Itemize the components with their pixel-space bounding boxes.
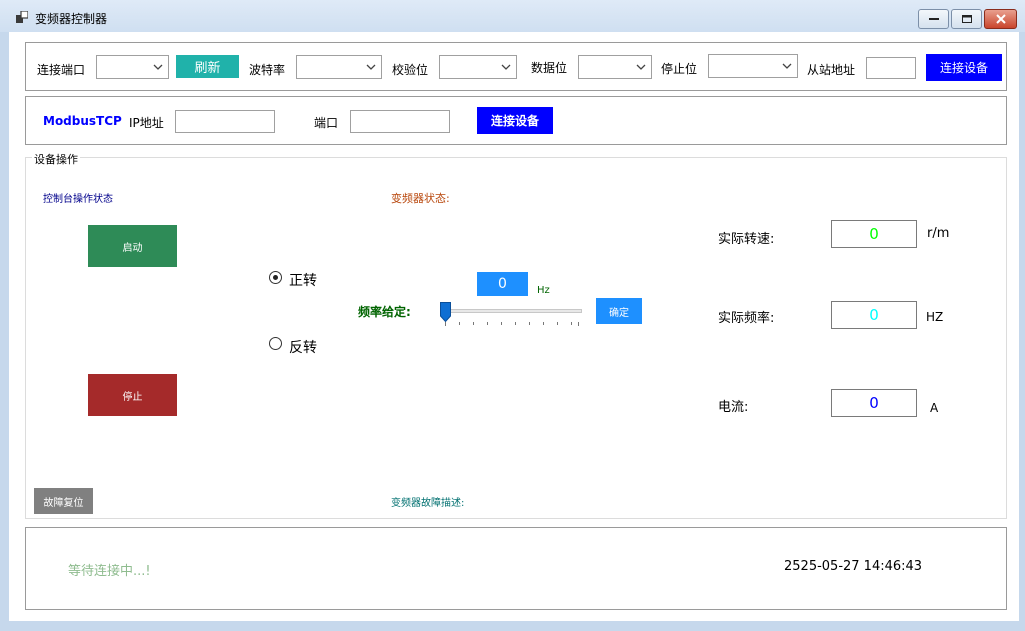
device-group xyxy=(25,157,1007,519)
inverter-status-label: 变频器状态: xyxy=(391,192,450,205)
freq-setting-label: 频率给定: xyxy=(358,305,411,319)
close-icon xyxy=(995,14,1006,24)
baud-label: 波特率 xyxy=(249,63,286,77)
databits-select[interactable] xyxy=(578,55,652,79)
stop-button[interactable]: 停止 xyxy=(88,374,177,416)
databits-label: 数据位 xyxy=(531,61,568,75)
actual-freq-unit: HZ xyxy=(926,310,944,324)
forward-radio[interactable] xyxy=(269,271,282,284)
slider-ticks xyxy=(445,322,579,326)
chevron-down-icon xyxy=(636,64,646,70)
speed-value: 0 xyxy=(831,220,917,248)
actual-freq-value: 0 xyxy=(831,301,917,329)
datetime-display: 2525-05-27 14:46:43 xyxy=(784,559,923,574)
chevron-down-icon xyxy=(501,64,511,70)
tcp-title: ModbusTCP xyxy=(43,114,122,128)
slave-address-input[interactable] xyxy=(866,57,916,79)
speed-unit: r/m xyxy=(927,226,950,241)
chevron-down-icon xyxy=(366,64,376,70)
fault-reset-button[interactable]: 故障复位 xyxy=(34,488,93,514)
tcp-port-label: 端口 xyxy=(314,116,339,130)
port-label: 连接端口 xyxy=(37,63,86,77)
refresh-button[interactable]: 刷新 xyxy=(176,55,239,78)
reverse-label: 反转 xyxy=(289,340,317,356)
slider-thumb[interactable] xyxy=(440,302,451,322)
maximize-button[interactable] xyxy=(951,9,982,29)
baud-select[interactable] xyxy=(296,55,382,79)
stopbits-select[interactable] xyxy=(708,54,798,78)
title-bar: 变频器控制器 xyxy=(0,0,1025,32)
ip-input[interactable] xyxy=(175,110,275,133)
app-icon xyxy=(16,11,28,23)
tcp-port-input[interactable] xyxy=(350,110,450,133)
chevron-down-icon xyxy=(153,64,163,70)
current-label: 电流: xyxy=(718,400,749,415)
fault-description-label: 变频器故障描述: xyxy=(391,498,465,509)
minimize-button[interactable] xyxy=(918,9,949,29)
connection-status: 等待连接中...! xyxy=(68,564,151,579)
console-status-label: 控制台操作状态 xyxy=(43,194,113,205)
current-value: 0 xyxy=(831,389,917,417)
freq-slider[interactable] xyxy=(440,300,584,330)
actual-freq-label: 实际频率: xyxy=(718,311,775,326)
confirm-button[interactable]: 确定 xyxy=(596,298,642,324)
slider-track xyxy=(444,309,582,313)
reverse-radio[interactable] xyxy=(269,337,282,350)
device-group-title: 设备操作 xyxy=(32,151,80,167)
slave-address-label: 从站地址 xyxy=(807,63,856,77)
freq-setting-unit: Hz xyxy=(537,285,550,296)
window-title: 变频器控制器 xyxy=(35,12,108,26)
port-select[interactable] xyxy=(96,55,169,79)
parity-select[interactable] xyxy=(439,55,517,79)
maximize-icon xyxy=(961,15,972,23)
forward-label: 正转 xyxy=(289,273,317,289)
close-button[interactable] xyxy=(984,9,1017,29)
start-button[interactable]: 启动 xyxy=(88,225,177,267)
stopbits-label: 停止位 xyxy=(661,62,698,76)
minimize-icon xyxy=(928,18,939,20)
parity-label: 校验位 xyxy=(392,63,429,77)
freq-setting-display: 0 xyxy=(477,272,528,296)
chevron-down-icon xyxy=(782,63,792,69)
ip-label: IP地址 xyxy=(129,116,164,130)
serial-connect-button[interactable]: 连接设备 xyxy=(926,54,1002,81)
tcp-connect-button[interactable]: 连接设备 xyxy=(477,107,553,134)
speed-label: 实际转速: xyxy=(718,232,775,247)
current-unit: A xyxy=(930,401,939,415)
